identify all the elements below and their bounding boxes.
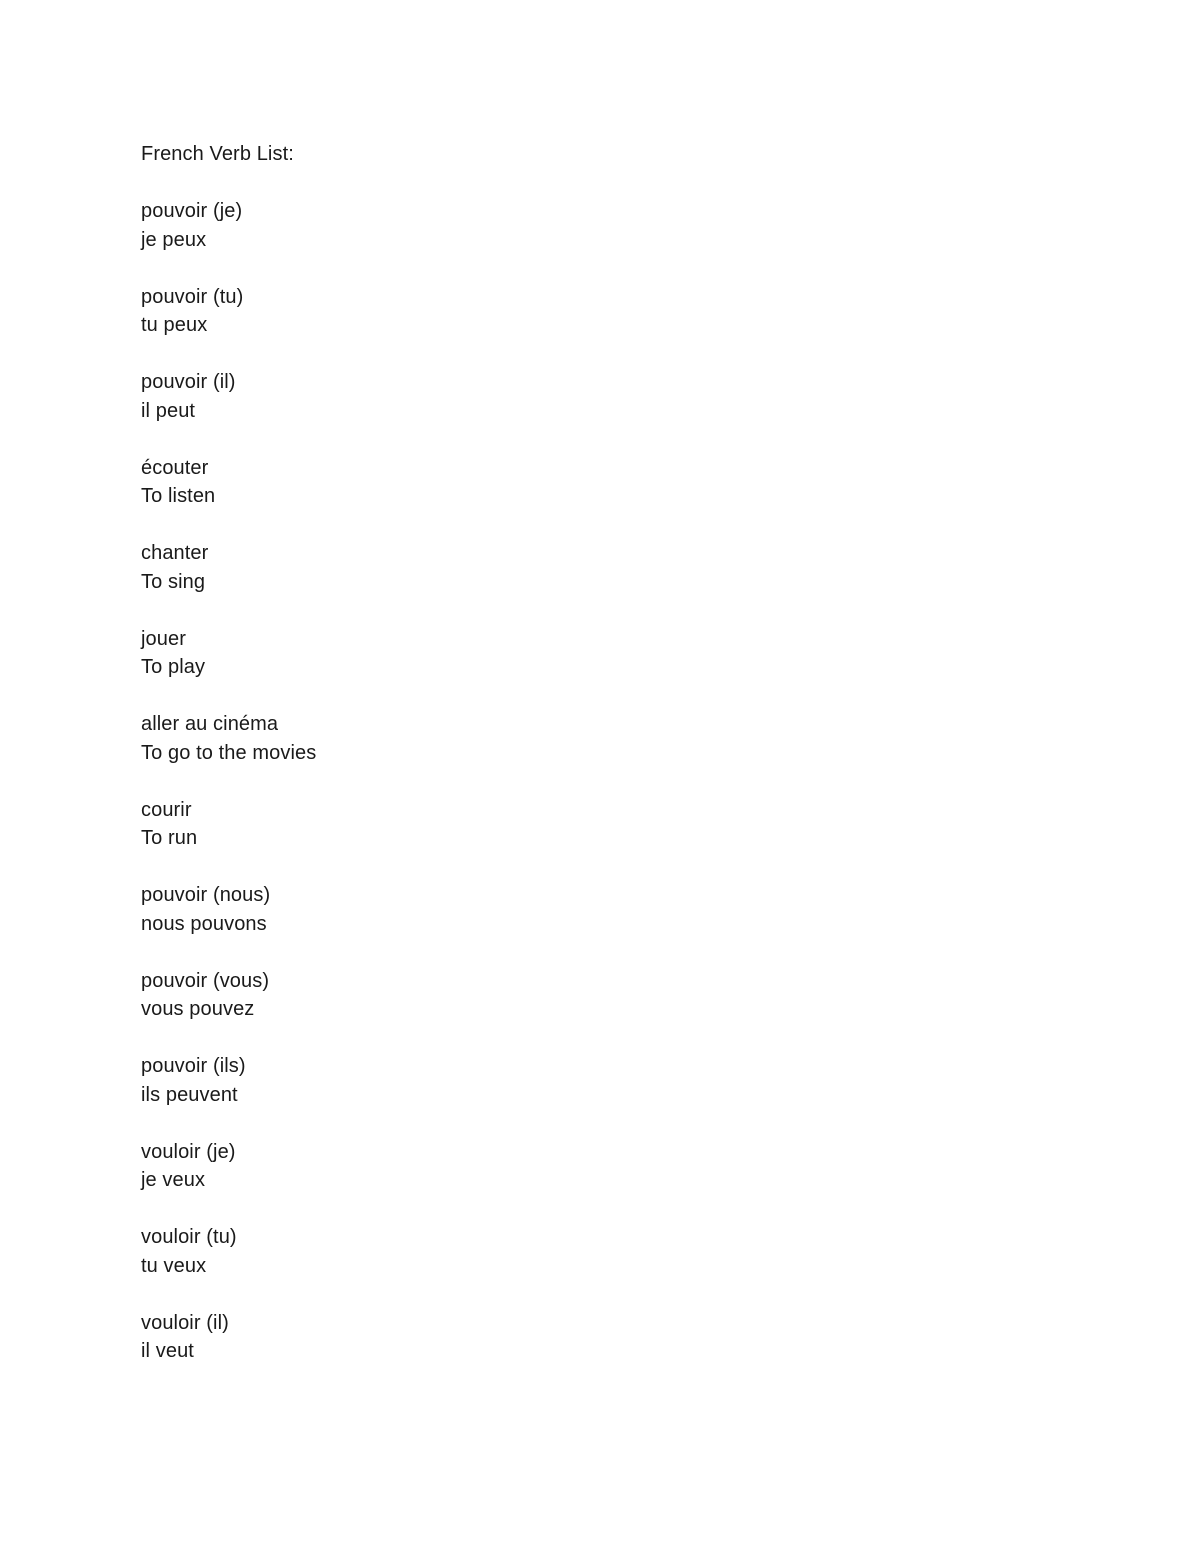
- verb-entry: chanter To sing: [141, 539, 316, 596]
- document-title: French Verb List:: [141, 143, 294, 165]
- verb-entry: pouvoir (il) il peut: [141, 368, 316, 425]
- verb-entry: vouloir (tu) tu veux: [141, 1223, 316, 1280]
- verb-entry: vouloir (je) je veux: [141, 1138, 316, 1195]
- verb-meaning: To play: [141, 656, 206, 678]
- verb-meaning: il peut: [141, 399, 196, 422]
- verb-entry: jouer To play: [141, 625, 316, 682]
- verb-entry: pouvoir (tu) tu peux: [141, 283, 316, 340]
- verb-meaning: vous pouvez: [141, 998, 255, 1020]
- verb-term: aller au cinéma: [141, 713, 279, 735]
- verb-term: pouvoir (ils): [141, 1055, 246, 1077]
- verb-meaning: To sing: [141, 570, 206, 593]
- verb-meaning: je veux: [141, 1169, 206, 1191]
- verb-entry: aller au cinéma To go to the movies: [141, 710, 316, 767]
- verb-meaning: nous pouvons: [141, 912, 267, 935]
- verb-term: pouvoir (tu): [141, 285, 244, 308]
- verb-entry: vouloir (il) il veut: [141, 1309, 316, 1366]
- verb-term: pouvoir (il): [141, 371, 236, 393]
- verb-meaning: tu veux: [141, 1254, 207, 1277]
- verb-term: vouloir (il): [141, 1311, 229, 1334]
- verb-term: pouvoir (je): [141, 200, 243, 222]
- verb-list: pouvoir (je) je peux pouvoir (tu) tu peu…: [141, 197, 316, 1366]
- verb-term: vouloir (tu): [141, 1226, 237, 1248]
- verb-entry: pouvoir (vous) vous pouvez: [141, 967, 316, 1024]
- verb-term: courir: [141, 798, 192, 821]
- verb-term: pouvoir (vous): [141, 969, 270, 992]
- document-page: French Verb List: pouvoir (je) je peux p…: [141, 140, 316, 1394]
- verb-term: jouer: [141, 627, 186, 650]
- verb-meaning: To go to the movies: [141, 741, 317, 764]
- verb-meaning: tu peux: [141, 314, 208, 336]
- verb-meaning: ils peuvent: [141, 1083, 238, 1106]
- verb-term: vouloir (je): [141, 1140, 236, 1163]
- verb-entry: écouter To listen: [141, 454, 316, 511]
- verb-entry: courir To run: [141, 796, 316, 853]
- verb-entry: pouvoir (je) je peux: [141, 197, 316, 254]
- verb-meaning: il veut: [141, 1340, 194, 1362]
- verb-term: chanter: [141, 542, 209, 564]
- verb-term: écouter: [141, 456, 209, 479]
- verb-term: pouvoir (nous): [141, 884, 271, 906]
- verb-entry: pouvoir (ils) ils peuvent: [141, 1052, 316, 1109]
- verb-meaning: je peux: [141, 228, 207, 251]
- verb-meaning: To listen: [141, 485, 216, 507]
- verb-entry: pouvoir (nous) nous pouvons: [141, 881, 316, 938]
- verb-meaning: To run: [141, 827, 198, 849]
